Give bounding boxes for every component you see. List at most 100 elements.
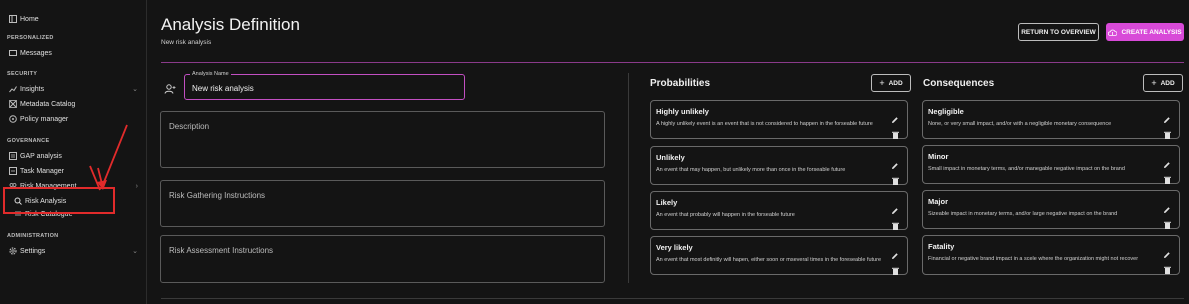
trash-icon[interactable] xyxy=(1164,261,1171,274)
trash-icon[interactable] xyxy=(892,172,899,185)
sidebar-item-policy-manager[interactable]: Policy manager xyxy=(8,112,138,126)
card-title: Minor xyxy=(928,152,949,161)
page-title: Analysis Definition xyxy=(161,15,300,34)
sidebar-item-label: Messages xyxy=(20,49,52,57)
card-title: Highly unlikely xyxy=(656,107,709,116)
add-consequence-button[interactable]: + ADD xyxy=(1143,74,1183,92)
probability-card[interactable]: Very likely An event that most definitly… xyxy=(650,236,908,275)
column-divider xyxy=(628,73,629,283)
pencil-icon[interactable] xyxy=(1163,201,1171,213)
user-add-icon xyxy=(164,82,176,94)
plus-icon: + xyxy=(879,78,885,88)
sidebar-item-label: GAP analysis xyxy=(20,152,62,160)
probability-card[interactable]: Likely An event that probably will happe… xyxy=(650,191,908,230)
section-administration: ADMINISTRATION xyxy=(7,233,59,239)
card-description: Financial or negative brand impact in a … xyxy=(928,256,1139,262)
return-to-overview-button[interactable]: RETURN TO OVERVIEW xyxy=(1018,23,1099,41)
trash-icon[interactable] xyxy=(892,217,899,230)
consequence-card[interactable]: Fatality Financial or negative brand imp… xyxy=(922,235,1180,275)
card-description: An event that may happen, but unlikely m… xyxy=(656,167,846,173)
sidebar: Home PERSONALIZED Messages SECURITY Insi… xyxy=(0,0,147,304)
consequences-title: Consequences xyxy=(923,78,995,89)
add-label: ADD xyxy=(1160,79,1175,87)
sidebar-item-gap-analysis[interactable]: GAP analysis xyxy=(8,149,138,163)
task-icon xyxy=(8,167,17,176)
sidebar-item-label: Settings xyxy=(20,247,46,255)
pencil-icon[interactable] xyxy=(891,111,899,123)
risk-assessment-field[interactable]: Risk Assessment Instructions xyxy=(160,235,605,283)
chart-icon xyxy=(8,85,17,94)
sidebar-item-label: Metadata Catalog xyxy=(20,100,76,108)
add-label: ADD xyxy=(888,79,903,87)
trash-icon[interactable] xyxy=(1164,126,1171,139)
sidebar-item-messages[interactable]: Messages xyxy=(8,46,138,60)
risk-gathering-field[interactable]: Risk Gathering Instructions xyxy=(160,180,605,227)
home-icon xyxy=(8,15,17,24)
section-governance: GOVERNANCE xyxy=(7,138,50,144)
document-icon xyxy=(8,152,17,161)
trash-icon[interactable] xyxy=(1164,216,1171,229)
analysis-name-label: Analysis Name xyxy=(190,71,231,77)
pencil-icon[interactable] xyxy=(1163,156,1171,168)
chevron-down-icon: ⌄ xyxy=(132,86,138,93)
sidebar-item-label: Policy manager xyxy=(20,115,69,123)
card-title: Likely xyxy=(656,198,678,207)
sidebar-item-metadata-catalog[interactable]: Metadata Catalog xyxy=(8,97,138,111)
page-subtitle: New risk analysis xyxy=(161,39,212,46)
card-title: Negligible xyxy=(928,107,964,116)
analysis-name-value: New risk analysis xyxy=(192,84,254,93)
catalog-icon xyxy=(8,100,17,109)
risk-assessment-label: Risk Assessment Instructions xyxy=(169,246,274,255)
header-divider xyxy=(161,62,1184,63)
cloud-upload-icon xyxy=(1108,29,1118,36)
create-analysis-button[interactable]: CREATE ANALYSIS xyxy=(1106,23,1184,41)
description-field[interactable]: Description xyxy=(160,111,605,168)
create-analysis-label: CREATE ANALYSIS xyxy=(1121,28,1182,36)
sidebar-item-home[interactable]: Home xyxy=(8,12,138,26)
card-description: Sizeable impact in monetary terms, and/o… xyxy=(928,211,1118,217)
pencil-icon[interactable] xyxy=(891,157,899,169)
trash-icon[interactable] xyxy=(1164,171,1171,184)
card-title: Fatality xyxy=(928,242,955,251)
probability-card[interactable]: Unlikely An event that may happen, but u… xyxy=(650,146,908,185)
sidebar-item-settings[interactable]: Settings ⌄ xyxy=(8,244,138,258)
trash-icon[interactable] xyxy=(892,126,899,139)
consequence-card[interactable]: Negligible None, or very small impact, a… xyxy=(922,100,1180,139)
sidebar-item-label: Task Manager xyxy=(20,167,64,175)
highlight-box xyxy=(3,187,115,214)
policy-icon xyxy=(8,115,17,124)
sidebar-item-label: Home xyxy=(20,15,39,23)
pencil-icon[interactable] xyxy=(891,202,899,214)
chevron-right-icon: › xyxy=(135,182,138,190)
card-description: Small impact in monetary terms, and/or m… xyxy=(928,166,1125,172)
consequence-card[interactable]: Minor Small impact in monetary terms, an… xyxy=(922,145,1180,184)
card-description: An event that most definitly will hapen,… xyxy=(656,257,882,263)
card-description: None, or very small impact, and/or with … xyxy=(928,121,1112,127)
message-icon xyxy=(8,49,17,58)
sidebar-item-insights[interactable]: Insights ⌄ xyxy=(8,82,138,96)
card-title: Unlikely xyxy=(656,153,685,162)
gear-icon xyxy=(8,247,17,256)
card-title: Major xyxy=(928,197,949,206)
card-description: A highly unlikely event is an event that… xyxy=(656,121,873,127)
sidebar-item-task-manager[interactable]: Task Manager xyxy=(8,164,138,178)
card-description: An event that probably will happen in th… xyxy=(656,212,795,218)
bottom-divider xyxy=(161,298,1184,299)
probabilities-title: Probabilities xyxy=(650,78,711,89)
consequence-card[interactable]: Major Sizeable impact in monetary terms,… xyxy=(922,190,1180,229)
plus-icon: + xyxy=(1151,78,1157,88)
probability-card[interactable]: Highly unlikely A highly unlikely event … xyxy=(650,100,908,139)
section-personalized: PERSONALIZED xyxy=(7,35,54,41)
description-label: Description xyxy=(169,122,210,131)
section-security: SECURITY xyxy=(7,71,38,77)
card-title: Very likely xyxy=(656,243,693,252)
risk-gathering-label: Risk Gathering Instructions xyxy=(169,191,266,200)
analysis-name-field[interactable]: Analysis Name New risk analysis xyxy=(184,71,465,100)
pencil-icon[interactable] xyxy=(891,247,899,259)
sidebar-item-label: Insights xyxy=(20,85,45,93)
pencil-icon[interactable] xyxy=(1163,111,1171,123)
chevron-down-icon: ⌄ xyxy=(132,248,138,255)
add-probability-button[interactable]: + ADD xyxy=(871,74,911,92)
pencil-icon[interactable] xyxy=(1163,246,1171,258)
trash-icon[interactable] xyxy=(892,262,899,275)
